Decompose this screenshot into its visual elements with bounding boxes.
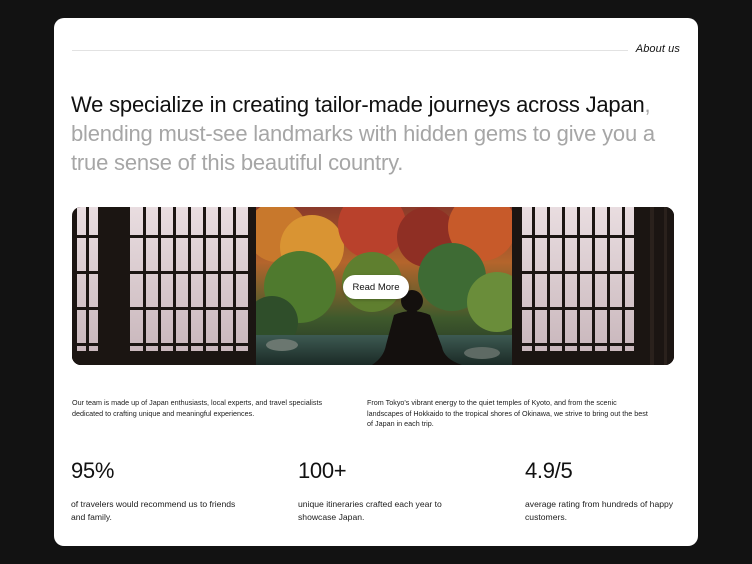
page-headline: We specialize in creating tailor-made jo… — [71, 90, 681, 177]
stat-description: of travelers would recommend us to frien… — [71, 499, 236, 522]
stat-description: unique itineraries crafted each year to … — [298, 499, 442, 522]
header-divider — [72, 50, 628, 51]
about-card: About us We specialize in creating tailo… — [54, 18, 698, 546]
stat-description: average rating from hundreds of happy cu… — [525, 499, 674, 522]
intro-right-text: From Tokyo's vibrant energy to the quiet… — [367, 398, 648, 429]
headline-emphasis: We specialize in creating tailor-made jo… — [71, 92, 645, 117]
stat-rating: 4.9/5 average rating from hundreds of ha… — [525, 458, 695, 523]
stat-value: 4.9/5 — [525, 458, 573, 483]
hero-image: Read More — [72, 207, 674, 365]
stat-value: 95% — [71, 458, 115, 483]
intro-left-text: Our team is made up of Japan enthusiasts… — [72, 398, 323, 418]
stat-value: 100+ — [298, 458, 347, 483]
stat-recommend: 95% of travelers would recommend us to f… — [71, 458, 241, 523]
read-more-button[interactable]: Read More — [343, 275, 409, 299]
section-label: About us — [635, 43, 680, 55]
stat-itineraries: 100+ unique itineraries crafted each yea… — [298, 458, 468, 523]
